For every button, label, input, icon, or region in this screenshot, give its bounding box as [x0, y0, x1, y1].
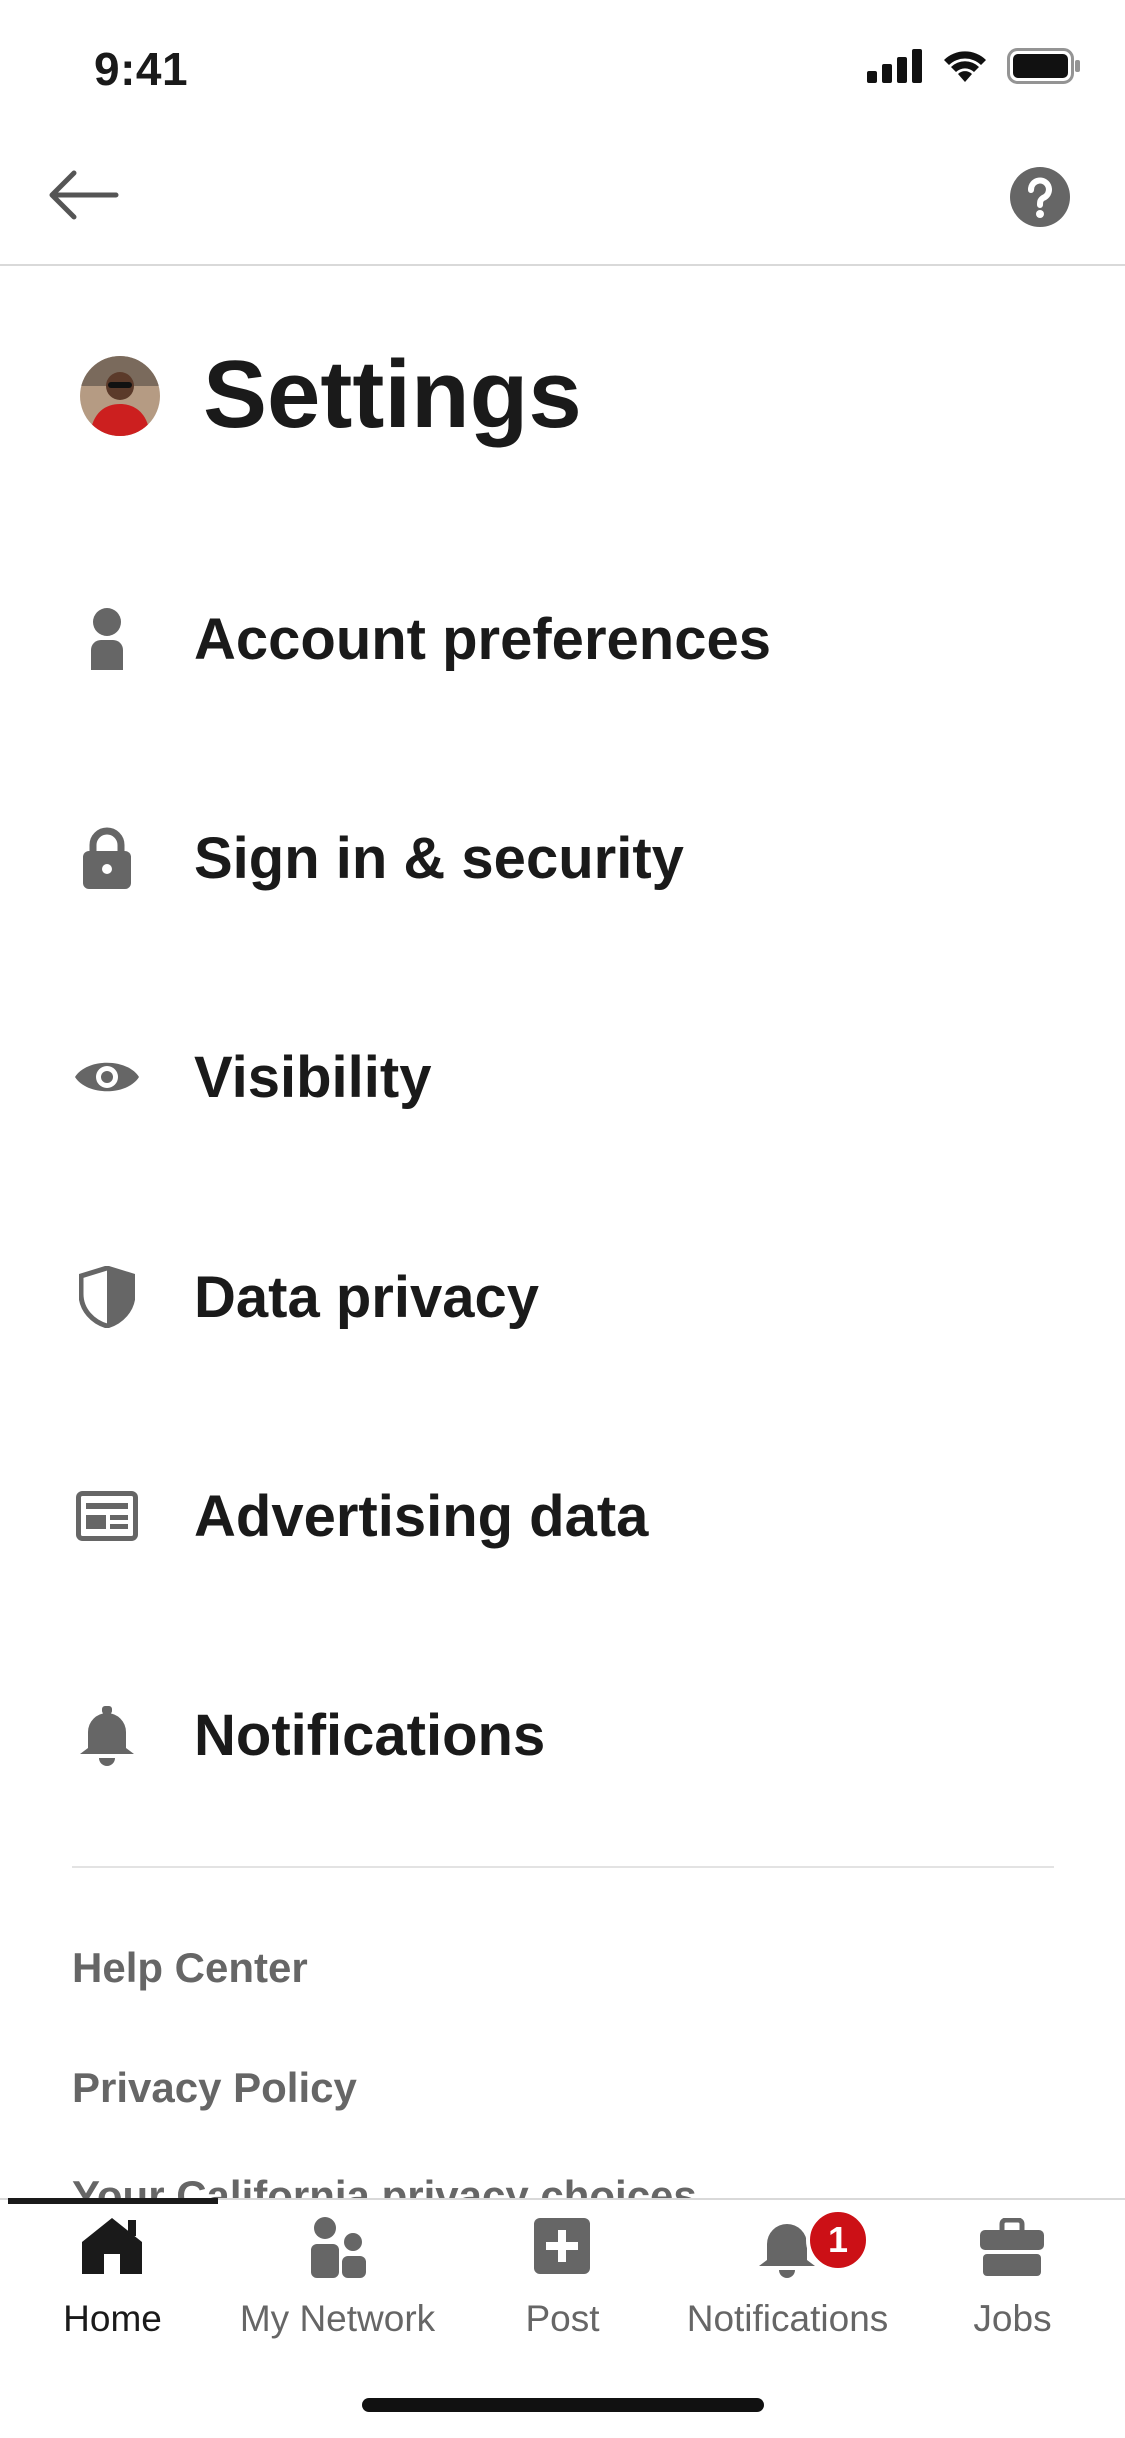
status-time: 9:41 — [94, 43, 189, 95]
person-icon — [70, 602, 144, 676]
menu-item-account-preferences[interactable]: Account preferences — [0, 530, 1125, 748]
privacy-policy-link[interactable]: Privacy Policy — [72, 2064, 357, 2112]
tab-home[interactable]: Home — [0, 2210, 225, 2370]
post-icon — [534, 2218, 590, 2274]
status-icons — [867, 48, 1081, 84]
menu-item-advertising-data[interactable]: Advertising data — [0, 1407, 1125, 1625]
notification-badge: 1 — [806, 2208, 870, 2272]
tab-jobs[interactable]: Jobs — [900, 2210, 1125, 2370]
cellular-signal-icon — [867, 49, 922, 83]
menu-item-label: Sign in & security — [194, 825, 684, 891]
lock-icon — [70, 821, 144, 895]
tab-label: Home — [63, 2298, 162, 2339]
bell-icon — [70, 1698, 144, 1772]
california-privacy-label: Your California privacy choices — [72, 2178, 697, 2200]
tab-post[interactable]: Post — [450, 2210, 675, 2370]
tab-label: My Network — [239, 2298, 436, 2339]
back-button[interactable] — [44, 160, 124, 230]
menu-item-sign-in-security[interactable]: Sign in & security — [0, 749, 1125, 967]
menu-item-label: Visibility — [194, 1044, 432, 1110]
menu-item-visibility[interactable]: Visibility — [0, 968, 1125, 1186]
help-button[interactable] — [1010, 167, 1070, 227]
battery-icon — [1007, 48, 1080, 84]
wifi-icon — [944, 51, 986, 82]
page-title: Settings — [203, 341, 582, 448]
menu-item-notifications[interactable]: Notifications — [0, 1626, 1125, 1844]
help-center-link[interactable]: Help Center — [72, 1944, 308, 1992]
question-circle-icon — [1010, 167, 1070, 227]
arrow-left-icon — [49, 170, 119, 220]
active-tab-indicator — [8, 2198, 218, 2204]
eye-icon — [70, 1040, 144, 1114]
menu-item-label: Account preferences — [194, 606, 771, 672]
tab-label: Post — [525, 2298, 600, 2339]
menu-item-data-privacy[interactable]: Data privacy — [0, 1188, 1125, 1406]
profile-avatar[interactable] — [80, 356, 160, 436]
network-icon — [311, 2217, 366, 2278]
shield-icon — [70, 1260, 144, 1334]
menu-item-label: Notifications — [194, 1702, 546, 1768]
divider — [72, 1866, 1054, 1868]
tab-my-network[interactable]: My Network — [225, 2210, 450, 2370]
ad-card-icon — [70, 1479, 144, 1553]
home-indicator — [362, 2398, 764, 2412]
menu-item-label: Data privacy — [194, 1264, 539, 1330]
california-privacy-link[interactable]: Your California privacy choices — [72, 2178, 697, 2200]
top-nav-bar — [0, 130, 1125, 266]
home-icon — [82, 2218, 142, 2274]
briefcase-icon — [980, 2218, 1044, 2276]
tab-label: Notifications — [686, 2298, 889, 2339]
tab-label: Jobs — [973, 2298, 1052, 2339]
menu-item-label: Advertising data — [194, 1483, 649, 1549]
